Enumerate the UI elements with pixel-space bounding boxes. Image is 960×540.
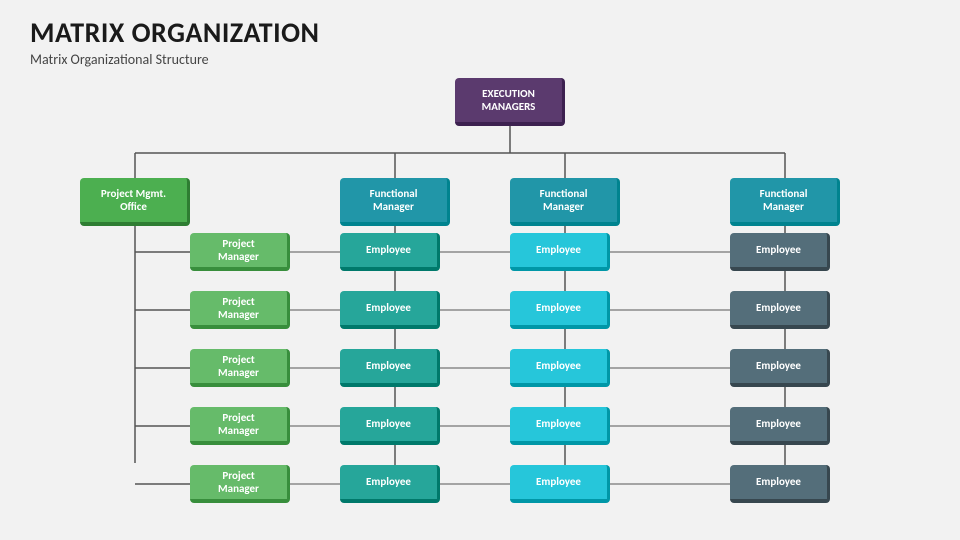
emp-col2-row5: Employee	[510, 465, 610, 503]
pm-4-label: ProjectManager	[218, 411, 259, 437]
emp-col2-row2: Employee	[510, 291, 610, 329]
pmo-box: Project Mgmt.Office	[80, 178, 190, 226]
pm-box-4: ProjectManager	[190, 407, 290, 445]
func-manager-1-label: FunctionalManager	[370, 187, 418, 213]
pm-1-label: ProjectManager	[218, 237, 259, 263]
func-manager-2-label: FunctionalManager	[540, 187, 588, 213]
pmo-label: Project Mgmt.Office	[101, 187, 166, 213]
emp-c3r1-label: Employee	[756, 243, 801, 256]
pm-3-label: ProjectManager	[218, 353, 259, 379]
pm-5-label: ProjectManager	[218, 469, 259, 495]
pm-box-5: ProjectManager	[190, 465, 290, 503]
emp-col3-row5: Employee	[730, 465, 830, 503]
pm-box-2: ProjectManager	[190, 291, 290, 329]
emp-c3r5-label: Employee	[756, 475, 801, 488]
emp-c1r3-label: Employee	[366, 359, 411, 372]
func-manager-3-label: FunctionalManager	[760, 187, 808, 213]
emp-col2-row3: Employee	[510, 349, 610, 387]
subtitle: Matrix Organizational Structure	[30, 51, 930, 68]
chart-area: EXECUTIONMANAGERS Project Mgmt.Office Fu…	[30, 78, 930, 508]
emp-c2r2-label: Employee	[536, 301, 581, 314]
emp-c3r4-label: Employee	[756, 417, 801, 430]
emp-col1-row5: Employee	[340, 465, 440, 503]
emp-c1r1-label: Employee	[366, 243, 411, 256]
emp-col1-row2: Employee	[340, 291, 440, 329]
emp-c3r3-label: Employee	[756, 359, 801, 372]
func-manager-1-box: FunctionalManager	[340, 178, 450, 226]
pm-box-3: ProjectManager	[190, 349, 290, 387]
func-manager-2-box: FunctionalManager	[510, 178, 620, 226]
main-title: MATRIX ORGANIZATION	[30, 18, 930, 49]
emp-c2r4-label: Employee	[536, 417, 581, 430]
emp-col1-row4: Employee	[340, 407, 440, 445]
emp-col2-row4: Employee	[510, 407, 610, 445]
emp-col3-row4: Employee	[730, 407, 830, 445]
emp-c3r2-label: Employee	[756, 301, 801, 314]
exec-managers-box: EXECUTIONMANAGERS	[455, 78, 565, 126]
emp-col3-row1: Employee	[730, 233, 830, 271]
pm-2-label: ProjectManager	[218, 295, 259, 321]
emp-col2-row1: Employee	[510, 233, 610, 271]
emp-c2r3-label: Employee	[536, 359, 581, 372]
emp-col3-row3: Employee	[730, 349, 830, 387]
emp-c1r2-label: Employee	[366, 301, 411, 314]
emp-col1-row1: Employee	[340, 233, 440, 271]
pm-box-1: ProjectManager	[190, 233, 290, 271]
emp-c2r1-label: Employee	[536, 243, 581, 256]
emp-c1r4-label: Employee	[366, 417, 411, 430]
emp-c2r5-label: Employee	[536, 475, 581, 488]
emp-col1-row3: Employee	[340, 349, 440, 387]
emp-col3-row2: Employee	[730, 291, 830, 329]
exec-label: EXECUTIONMANAGERS	[482, 87, 536, 113]
slide: MATRIX ORGANIZATION Matrix Organizationa…	[0, 0, 960, 540]
func-manager-3-box: FunctionalManager	[730, 178, 840, 226]
emp-c1r5-label: Employee	[366, 475, 411, 488]
